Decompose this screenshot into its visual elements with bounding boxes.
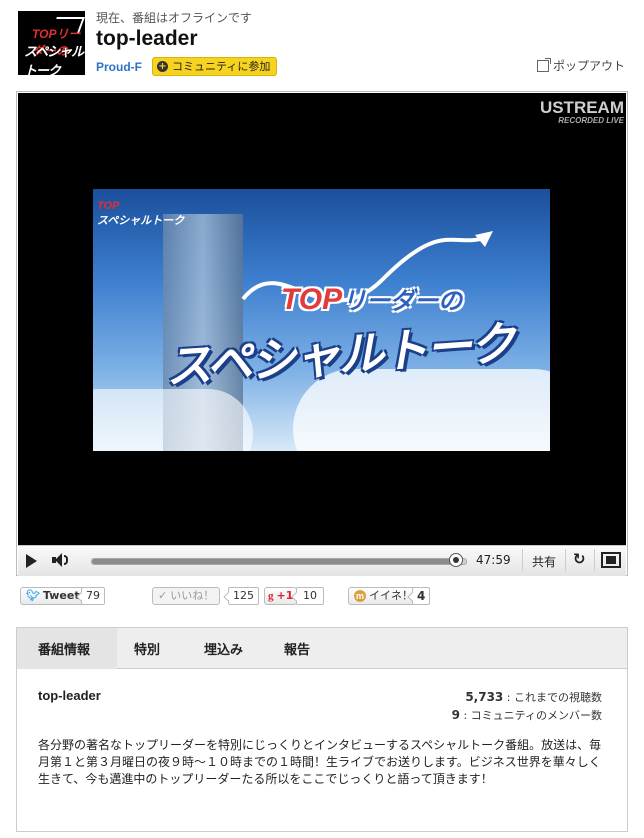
mixi-count: 4 (412, 587, 431, 605)
frame-corner-special: スペシャルトーク (97, 214, 185, 227)
tab-embed[interactable]: 埋込み (204, 639, 243, 658)
check-icon: ✓ (158, 589, 168, 602)
frame-title-top-text: TOP (281, 283, 343, 316)
view-count-stat: 5,733 : これまでの視聴数 (465, 689, 602, 705)
ustream-brand: USTREAM (539, 98, 624, 117)
ustream-watermark: USTREAM RECORDED LIVE (540, 98, 624, 125)
mixi-icon: m (354, 590, 366, 602)
tab-report[interactable]: 報告 (284, 639, 310, 658)
playback-time: 47:59 (476, 553, 511, 567)
video-frame: TOP スペシャルトーク TOPリーダーの スペシャルトーク (93, 189, 550, 451)
frame-corner-logo: TOP スペシャルトーク (97, 199, 184, 228)
member-count: 9 (451, 708, 460, 722)
divider (565, 549, 566, 571)
popout-icon (537, 57, 551, 72)
page-title: top-leader (96, 27, 198, 50)
broadcast-status: 現在、番組はオフラインです (96, 11, 253, 25)
channel-owner-link[interactable]: Proud-F (96, 60, 142, 74)
popout-label: ポップアウト (553, 59, 626, 73)
member-count-stat: 9 : コミュニティのメンバー数 (452, 707, 602, 723)
seek-progress (92, 559, 457, 564)
volume-icon[interactable] (52, 553, 70, 567)
share-button[interactable]: 共有 (532, 553, 556, 570)
like-label: いいね！ (170, 589, 215, 602)
like-count: 125 (228, 587, 259, 605)
seek-handle[interactable] (449, 553, 463, 567)
twitter-bird-icon: 🐦︎ (26, 589, 40, 602)
fullscreen-icon[interactable] (601, 552, 621, 568)
like-button[interactable]: ✓ いいね！ (152, 587, 221, 605)
gplus-count: 10 (296, 587, 324, 605)
popout-button[interactable]: ポップアウト (537, 57, 625, 74)
member-count-label: : コミュニティのメンバー数 (463, 709, 602, 722)
join-community-label: コミュニティに参加 (172, 60, 271, 73)
refresh-icon[interactable]: ↻ (573, 550, 586, 568)
program-name: top-leader (38, 688, 101, 703)
google-g-icon: g (268, 590, 274, 602)
play-icon[interactable] (26, 554, 37, 568)
view-count: 5,733 (465, 690, 504, 704)
channel-logo[interactable]: TOPリーダーの スペシャルトーク (18, 11, 85, 75)
join-community-button[interactable]: + コミュニティに参加 (152, 57, 278, 76)
tweet-label: Tweet (42, 589, 80, 602)
divider (594, 549, 595, 571)
view-count-label: : これまでの視聴数 (506, 691, 602, 704)
divider (522, 549, 523, 571)
tweet-count: 79 (81, 587, 105, 605)
plus-icon: + (157, 61, 168, 72)
tab-program-info[interactable]: 番組情報 (38, 639, 90, 658)
program-description: 各分野の著名なトップリーダーを特別にじっくりとインタビューするスペシャルトーク番… (38, 738, 602, 786)
tab-special[interactable]: 特別 (134, 639, 160, 658)
frame-corner-top: TOP (97, 200, 120, 212)
logo-text-special: スペシャルトーク (24, 45, 84, 75)
